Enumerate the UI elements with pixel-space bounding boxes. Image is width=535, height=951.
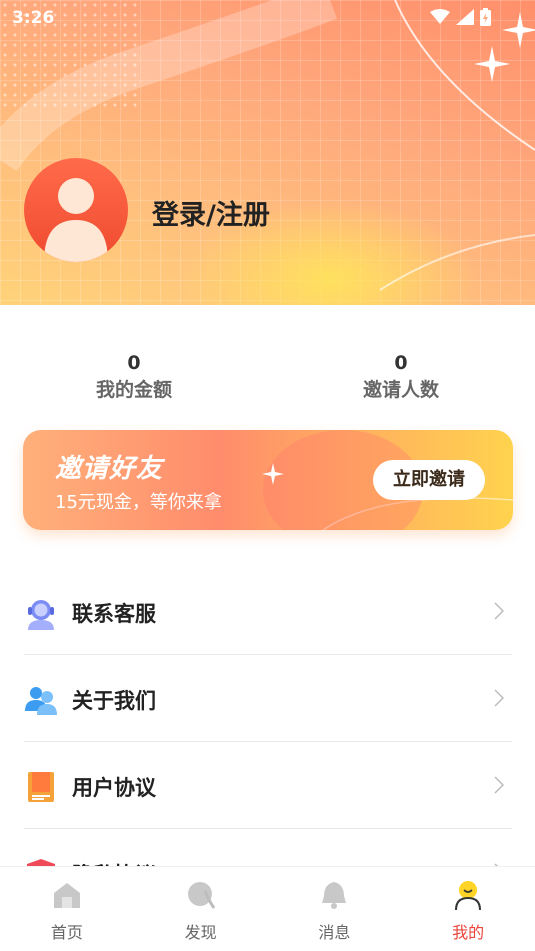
tab-label: 消息: [318, 923, 351, 942]
status-bar: 3:26: [0, 0, 535, 36]
invite-now-button[interactable]: 立即邀请: [373, 460, 485, 500]
banner-subtitle: 15元现金，等你来拿: [55, 492, 222, 513]
stat-balance-label: 我的金额: [95, 379, 172, 401]
menu-item-label: 关于我们: [72, 689, 156, 713]
wifi-icon: [430, 9, 450, 24]
home-icon: [53, 883, 80, 908]
stat-invites-label: 邀请人数: [362, 379, 439, 401]
stats-row: 0 我的金额 0 邀请人数: [0, 350, 535, 410]
stat-invites-value: 0: [394, 352, 408, 374]
headset-icon: [28, 600, 54, 630]
bell-icon: [322, 882, 347, 909]
stat-balance[interactable]: 0 我的金额: [34, 350, 234, 404]
menu-item-label: 联系客服: [72, 602, 156, 626]
menu-item-label: 用户协议: [72, 776, 156, 800]
tab-profile[interactable]: 我的: [401, 867, 535, 951]
banner-title: 邀请好友: [55, 454, 164, 484]
user-silhouette-icon: [44, 178, 108, 262]
tab-home[interactable]: 首页: [0, 867, 134, 951]
chevron-right-icon: [494, 602, 504, 620]
invite-banner[interactable]: 邀请好友 15元现金，等你来拿 立即邀请: [23, 430, 513, 530]
profile-header: 3:26 登录/注册: [0, 0, 535, 305]
menu-item-about-us[interactable]: 关于我们: [24, 655, 512, 742]
sparkle-icon: [262, 463, 284, 485]
chevron-right-icon: [494, 689, 504, 707]
signal-icon: [456, 9, 474, 25]
menu-item-user-agreement[interactable]: 用户协议: [24, 742, 512, 829]
stat-balance-value: 0: [127, 352, 141, 374]
tab-label: 发现: [184, 923, 217, 942]
bottom-tab-bar: 首页 发现 消息 我的: [0, 866, 535, 951]
chevron-right-icon: [494, 776, 504, 794]
login-register-link[interactable]: 登录/注册: [152, 193, 270, 232]
menu-item-customer-service[interactable]: 联系客服: [24, 568, 512, 655]
tab-messages[interactable]: 消息: [268, 867, 402, 951]
profile-screen: 3:26 登录/注册 0 我的金额 0 邀请人数 邀请好友 15元现金，等你来拿…: [0, 0, 535, 951]
tab-label: 我的: [452, 923, 485, 942]
status-time: 3:26: [12, 8, 55, 28]
users-icon: [25, 687, 57, 715]
tab-discover[interactable]: 发现: [134, 867, 268, 951]
settings-menu: 联系客服 关于我们 用户协议: [24, 568, 512, 916]
battery-icon: [480, 8, 491, 26]
profile-icon: [455, 881, 482, 911]
book-icon: [28, 772, 54, 802]
stat-invites[interactable]: 0 邀请人数: [301, 350, 501, 404]
status-icons: [430, 8, 491, 26]
avatar[interactable]: [24, 158, 128, 262]
discover-icon: [187, 882, 215, 909]
tab-label: 首页: [50, 923, 83, 942]
sparkle-icon: [474, 46, 510, 82]
